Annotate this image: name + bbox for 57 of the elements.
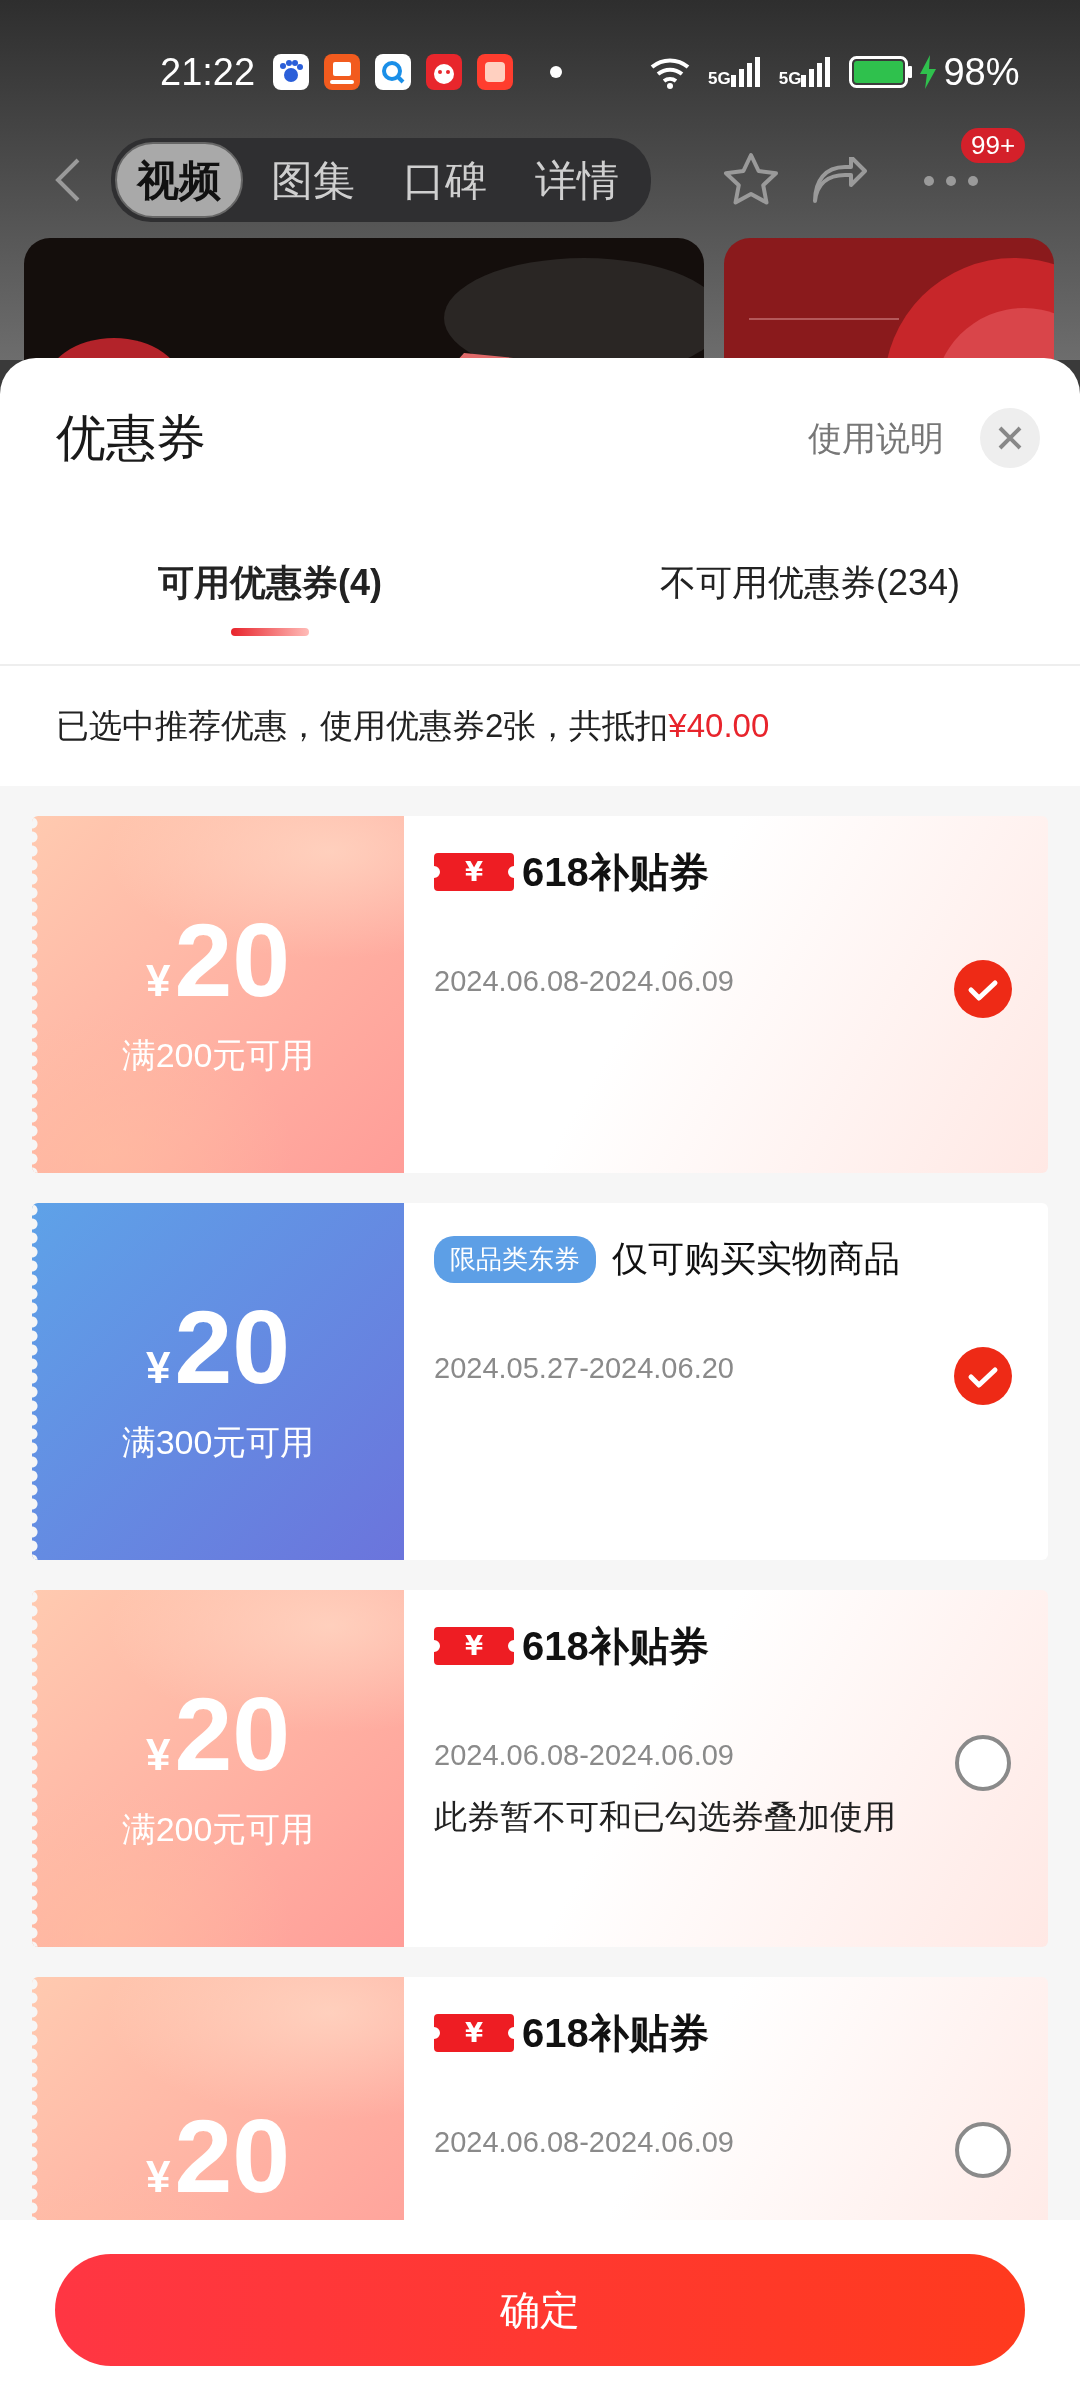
category-tag: 限品类东券 [434,1235,596,1283]
network-label: 5G [708,70,731,87]
paw-app-icon [273,54,310,90]
media-tab[interactable]: 口碑 [383,142,507,218]
currency-symbol: ¥ [145,1733,171,1777]
more-icon[interactable] [923,174,979,187]
currency-symbol: ¥ [145,1346,171,1390]
coupon-condition: 满300元可用 [121,1422,315,1463]
status-time: 21:22 [160,49,256,95]
validity-dates: 2024.06.08-2024.06.09 [434,1738,734,1773]
mascot-app-icon [426,54,463,90]
coupon-title: 仅可购买实物商品 [612,1237,900,1281]
coupon-amount: 20 [174,908,291,1012]
coupon-tab[interactable]: 不可用优惠券(234) [540,518,1080,664]
coupon-amount: 20 [174,1682,291,1786]
signal-icon [730,57,761,87]
media-tab[interactable]: 图集 [251,142,375,218]
unchecked-radio[interactable] [954,1734,1012,1792]
app-icon [477,54,514,90]
app-icon [324,54,361,90]
selection-summary: 已选中推荐优惠，使用优惠券2张，共抵扣¥40.00 [56,706,770,747]
close-icon [997,425,1023,451]
confirm-button[interactable]: 确定 [55,2254,1025,2366]
checked-radio[interactable] [954,960,1012,1018]
sheet-title: 优惠券 [56,409,206,468]
coupon-condition: 满200元可用 [121,1035,315,1076]
share-icon[interactable] [811,157,867,203]
dot-icon [550,66,563,78]
validity-dates: 2024.06.08-2024.06.09 [434,2125,734,2160]
ticket-tag: ¥ [434,853,514,891]
validity-dates: 2024.06.08-2024.06.09 [434,964,734,999]
ticket-tag: ¥ [434,1627,514,1665]
signal-icon [801,57,832,87]
charging-icon [919,55,938,89]
currency-symbol: ¥ [145,959,171,1003]
magnifier-app-icon [375,54,412,90]
media-tab[interactable]: 详情 [515,142,639,218]
coupon-note: 此券暂不可和已勾选券叠加使用 [434,1796,897,1837]
help-link[interactable]: 使用说明 [808,412,944,464]
currency-symbol: ¥ [145,2154,171,2199]
coupon-amount: 20 [174,2103,291,2208]
unchecked-radio[interactable] [954,2121,1012,2179]
network-label: 5G [778,70,802,87]
battery-icon [849,56,914,88]
validity-dates: 2024.05.27-2024.06.20 [434,1351,734,1386]
coupon-tab[interactable]: 可用优惠券(4) [0,518,540,664]
checked-radio[interactable] [954,1347,1012,1405]
coupon-condition: 满200元可用 [121,1809,315,1850]
media-tab[interactable]: 视频 [115,142,243,218]
ticket-tag: ¥ [434,2014,514,2052]
notification-badge: 99+ [961,128,1026,164]
coupon-title: 618补贴券 [522,849,709,896]
coupon-title: 618补贴券 [522,2010,709,2057]
back-icon[interactable] [55,157,81,203]
coupon-amount: 20 [174,1295,291,1399]
battery-percent: 98% [943,49,1020,95]
coupon-title: 618补贴券 [522,1623,709,1670]
